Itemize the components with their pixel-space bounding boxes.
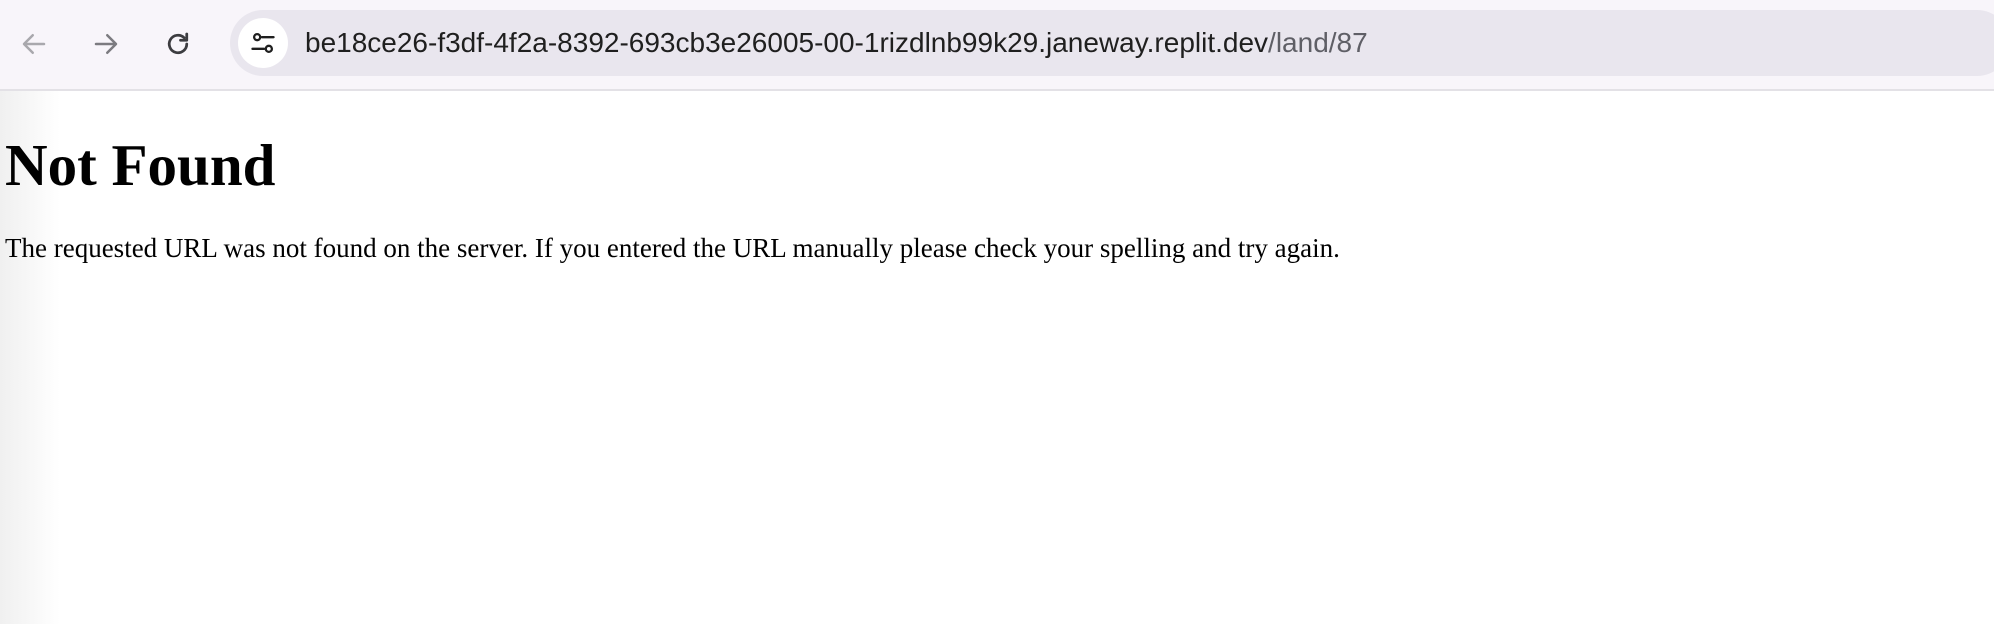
back-button[interactable] bbox=[12, 22, 56, 66]
url-path: /land/87 bbox=[1268, 27, 1368, 58]
page-title: Not Found bbox=[5, 132, 276, 198]
forward-button[interactable] bbox=[84, 22, 128, 66]
error-message: The requested URL was not found on the s… bbox=[5, 233, 1340, 263]
page-content: Not Found The requested URL was not foun… bbox=[5, 91, 1994, 624]
reload-button[interactable] bbox=[156, 22, 200, 66]
arrow-right-icon bbox=[94, 34, 118, 54]
browser-toolbar: be18ce26-f3df-4f2a-8392-693cb3e26005-00-… bbox=[0, 0, 1994, 91]
url-text[interactable]: be18ce26-f3df-4f2a-8392-693cb3e26005-00-… bbox=[305, 10, 1368, 76]
url-host: be18ce26-f3df-4f2a-8392-693cb3e26005-00-… bbox=[305, 27, 1269, 58]
tune-icon bbox=[251, 32, 275, 54]
address-bar[interactable]: be18ce26-f3df-4f2a-8392-693cb3e26005-00-… bbox=[230, 10, 1994, 76]
arrow-left-icon bbox=[22, 34, 46, 54]
reload-icon bbox=[167, 32, 189, 55]
site-info-button[interactable] bbox=[238, 18, 288, 68]
